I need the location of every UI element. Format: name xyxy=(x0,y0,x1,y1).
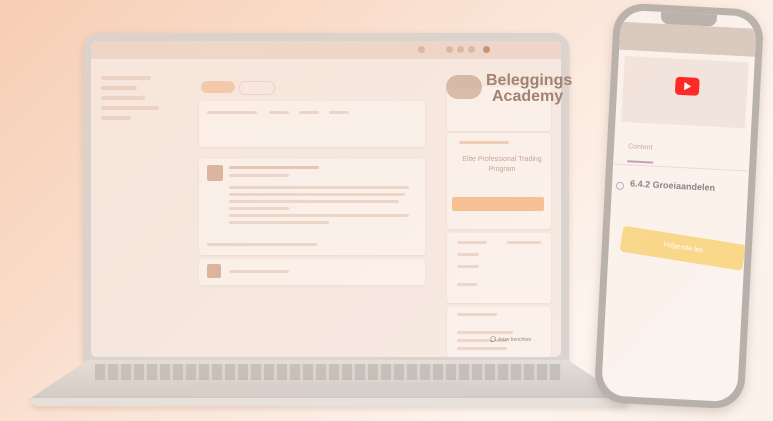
academy-line-1: Beleggings xyxy=(486,72,573,89)
tab-active[interactable] xyxy=(201,81,235,93)
phone-header xyxy=(619,21,757,57)
lesson-title[interactable]: 6.4.2 Groeiaandelen xyxy=(630,178,715,192)
laptop-topbar xyxy=(91,41,561,59)
program-card xyxy=(447,133,551,229)
comment-avatar xyxy=(207,264,221,278)
chat-icon: 💬 xyxy=(490,337,497,343)
composer-card[interactable] xyxy=(199,101,425,147)
tab-inactive[interactable] xyxy=(239,81,275,95)
academy-logo: Beleggings Academy xyxy=(446,72,573,105)
program-title: Elite Professional Trading Program xyxy=(462,156,542,173)
play-icon[interactable] xyxy=(674,76,700,96)
academy-line-2: Academy xyxy=(492,88,564,105)
trackpad xyxy=(193,383,463,397)
user-avatar[interactable] xyxy=(483,46,490,53)
scene: Beleggings Academy Elite Professional Tr… xyxy=(0,0,773,421)
sidebar-item[interactable] xyxy=(101,116,131,120)
divider xyxy=(613,163,749,172)
program-button[interactable] xyxy=(452,197,544,211)
video-player[interactable] xyxy=(621,55,749,129)
members-card xyxy=(447,307,551,357)
sidebar-item[interactable] xyxy=(101,96,145,100)
sidebar-item[interactable] xyxy=(101,106,159,110)
phone: Content 6.4.2 Groeiaandelen Volgende les xyxy=(593,2,765,410)
info-card xyxy=(447,233,551,303)
chat-pill[interactable]: 💬 Jouw berichten xyxy=(490,337,531,343)
post-avatar xyxy=(207,165,223,181)
bell-icon[interactable] xyxy=(446,46,453,53)
handshake-icon xyxy=(446,75,482,99)
search-icon[interactable] xyxy=(418,46,425,53)
phone-screen: Content 6.4.2 Groeiaandelen Volgende les xyxy=(600,9,758,403)
sidebar-item[interactable] xyxy=(101,86,137,90)
chat-icon[interactable] xyxy=(457,46,464,53)
laptop-lip xyxy=(30,398,630,406)
sidebar xyxy=(101,76,171,126)
chat-label: Jouw berichten xyxy=(497,337,532,343)
tab-underline xyxy=(627,160,654,164)
lesson-status-icon xyxy=(615,181,625,191)
keyboard xyxy=(95,364,561,380)
sidebar-item[interactable] xyxy=(101,76,151,80)
cart-icon[interactable] xyxy=(468,46,475,53)
tab-content[interactable]: Content xyxy=(628,143,653,151)
post-card xyxy=(199,159,425,255)
comment-box[interactable] xyxy=(199,259,425,285)
next-lesson-button[interactable]: Volgende les xyxy=(619,225,747,271)
